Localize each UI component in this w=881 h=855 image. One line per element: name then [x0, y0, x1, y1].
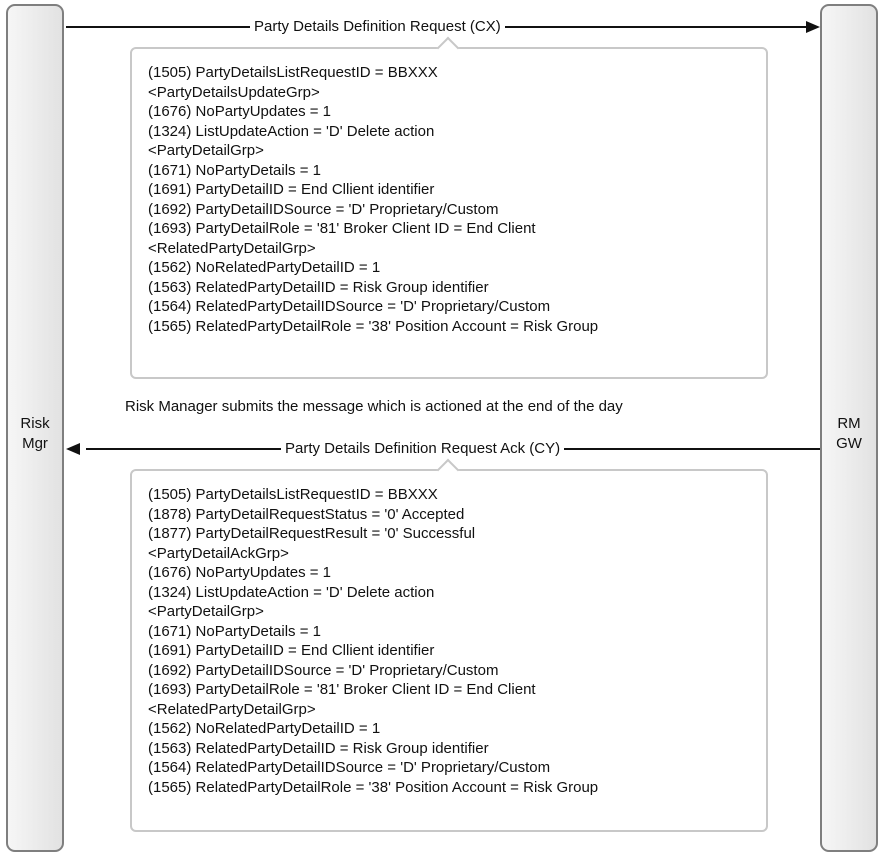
field-line: (1676) NoPartyUpdates = 1: [148, 564, 332, 581]
field-line: (1324) ListUpdateAction = 'D' Delete act…: [148, 122, 435, 140]
field-line: <RelatedPartyDetailGrp>: [148, 239, 316, 257]
field-line: (1565) RelatedPartyDetailRole = '38' Pos…: [148, 317, 599, 335]
ack-arrow-label: Party Details Definition Request Ack (CY…: [281, 440, 565, 458]
request-arrow-head: [806, 21, 820, 33]
field-line: (1676) NoPartyUpdates = 1: [148, 103, 332, 120]
field-line: (1671) NoPartyDetails = 1: [148, 161, 321, 179]
field-line: (1563) RelatedPartyDetailID = Risk Group…: [148, 739, 489, 757]
field-line: <PartyDetailGrp>: [148, 603, 264, 620]
field-line: (1505) PartyDetailsListRequestID = BBXXX: [148, 64, 438, 81]
field-line: (1693) PartyDetailRole = '81' Broker Cli…: [148, 681, 536, 698]
field-line: <RelatedPartyDetailGrp>: [148, 700, 316, 718]
ack-field-list: (1505) PartyDetailsListRequestID = BBXXX…: [132, 471, 766, 797]
ack-arrow-head: [66, 443, 80, 455]
field-line: (1505) PartyDetailsListRequestID = BBXXX: [148, 486, 438, 503]
field-line: (1691) PartyDetailID = End Cllient ident…: [148, 181, 435, 198]
ack-message-box: (1505) PartyDetailsListRequestID = BBXXX…: [130, 458, 768, 832]
request-message-box: (1505) PartyDetailsListRequestID = BBXXX…: [130, 36, 768, 379]
field-line: (1564) RelatedPartyDetailIDSource = 'D' …: [148, 759, 551, 776]
field-line: (1692) PartyDetailIDSource = 'D' Proprie…: [148, 200, 499, 218]
field-line: (1691) PartyDetailID = End Cllient ident…: [148, 642, 435, 659]
field-line: <PartyDetailAckGrp>: [148, 544, 289, 562]
field-line: (1877) PartyDetailRequestResult = '0' Su…: [148, 525, 476, 542]
field-line: (1693) PartyDetailRole = '81' Broker Cli…: [148, 220, 536, 237]
field-line: (1562) NoRelatedPartyDetailID = 1: [148, 259, 381, 276]
request-field-list: (1505) PartyDetailsListRequestID = BBXXX…: [132, 49, 766, 336]
request-arrow-label: Party Details Definition Request (CX): [250, 18, 505, 36]
flow-note: Risk Manager submits the message which i…: [125, 398, 623, 415]
field-line: (1563) RelatedPartyDetailID = Risk Group…: [148, 278, 489, 296]
field-line: (1562) NoRelatedPartyDetailID = 1: [148, 720, 381, 737]
field-line: (1564) RelatedPartyDetailIDSource = 'D' …: [148, 298, 551, 315]
field-line: <PartyDetailGrp>: [148, 142, 264, 159]
field-line: (1324) ListUpdateAction = 'D' Delete act…: [148, 583, 435, 601]
field-line: <PartyDetailsUpdateGrp>: [148, 83, 320, 101]
field-line: (1671) NoPartyDetails = 1: [148, 622, 321, 640]
field-line: (1878) PartyDetailRequestStatus = '0' Ac…: [148, 505, 465, 523]
field-line: (1692) PartyDetailIDSource = 'D' Proprie…: [148, 661, 499, 679]
field-line: (1565) RelatedPartyDetailRole = '38' Pos…: [148, 778, 599, 796]
